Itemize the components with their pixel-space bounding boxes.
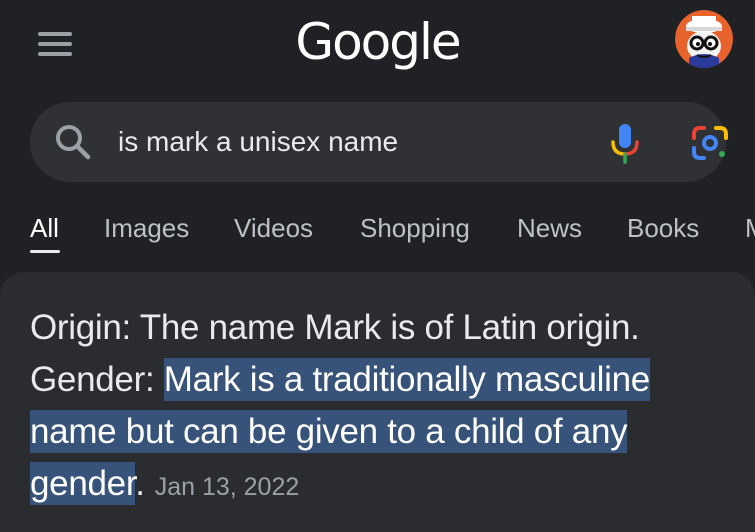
answer-period: . [135,464,145,503]
featured-snippet-text: Origin: The name Mark is of Latin origin… [30,302,740,513]
google-lens-icon[interactable] [690,124,730,162]
featured-snippet-card: Origin: The name Mark is of Latin origin… [0,272,755,532]
tab-videos[interactable]: Videos [234,213,313,244]
profile-avatar-icon[interactable] [675,10,733,68]
top-bar: Google [0,0,755,90]
microphone-icon[interactable] [608,122,642,164]
tab-images[interactable]: Images [104,213,189,244]
active-tab-indicator [30,250,60,253]
origin-text: Origin: The name Mark is of Latin origin… [30,308,640,347]
search-bar[interactable] [30,102,728,182]
tab-books[interactable]: Books [627,213,699,244]
tab-more[interactable]: M [745,213,755,244]
gender-prefix: Gender: [30,360,164,399]
tab-shopping[interactable]: Shopping [360,213,470,244]
google-logo[interactable]: Google [0,12,755,72]
tab-news[interactable]: News [517,213,582,244]
snippet-date: Jan 13, 2022 [154,473,300,501]
search-input[interactable] [118,122,568,162]
tab-all[interactable]: All [30,213,59,244]
search-icon[interactable] [54,123,92,161]
search-tabs: All Images Videos Shopping News Books M [0,205,755,261]
